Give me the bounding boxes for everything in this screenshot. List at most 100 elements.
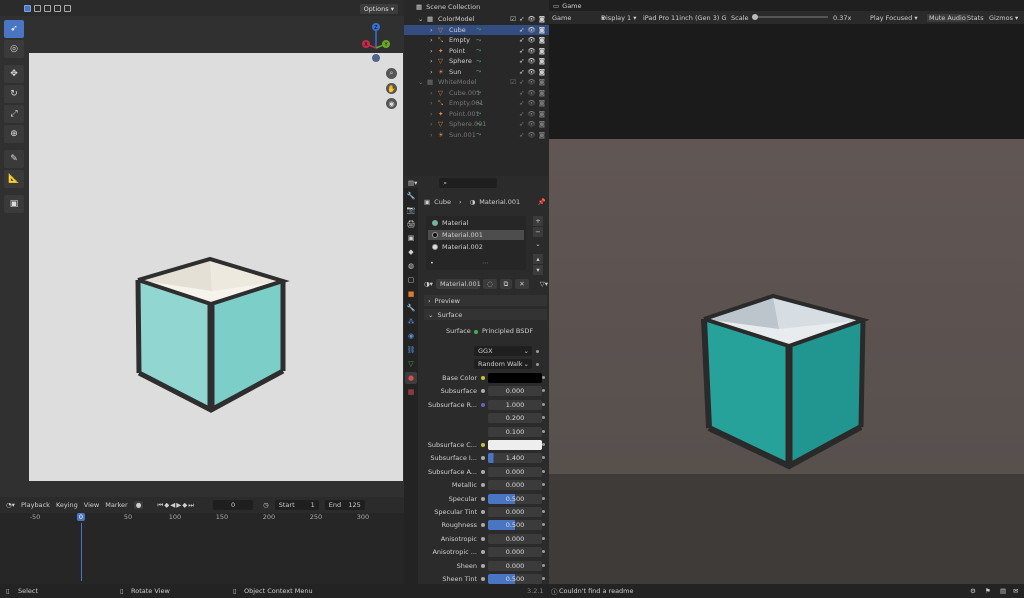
subsurface-method-dropdown[interactable]: Random Walk ⌄ [474,359,532,369]
scale-slider[interactable] [752,16,828,18]
viewport-canvas[interactable] [29,53,403,481]
outliner-item[interactable]: › ▽ Sphere ⤳ ➶ 👁 ◙ [404,56,549,67]
device-dropdown[interactable]: iPad Pro 11inch (Gen 3) G [643,14,726,22]
eye-icon[interactable]: 👁 [527,131,535,139]
remove-slot-button[interactable]: − [533,227,543,237]
select-arrow-icon[interactable]: ➶ [519,15,524,23]
camera-icon[interactable]: ◙ [539,15,545,23]
timeline-editor[interactable]: ◔▾ Playback Keying View Marker ● ⏮◆◀▶◆⏭ … [0,497,404,584]
keyframe-dot[interactable] [542,510,545,513]
value-field[interactable]: 0.000 [488,547,542,558]
eye-icon[interactable]: 👁 [527,36,535,44]
keyframe-dot[interactable] [542,443,545,446]
duplicate-icon[interactable]: ⧉ [499,279,513,289]
checkbox-icon[interactable]: ☑ [510,15,516,23]
select-mode-icon[interactable] [24,4,31,12]
eye-icon[interactable]: 👁 [527,110,535,118]
subtract-mode-icon[interactable] [44,4,51,12]
select-arrow-icon[interactable]: ➶ [519,131,524,139]
chevron-down-icon[interactable]: ⌄ [418,78,423,86]
material-tab-icon[interactable]: ● [405,372,417,384]
end-frame-field[interactable]: End 125 [324,500,365,510]
color-swatch[interactable] [488,440,542,450]
outliner-item[interactable]: › ⤡ Empty ⤳ ➶ 👁 ◙ [404,35,549,46]
select-arrow-icon[interactable]: ➶ [519,78,524,86]
surface-panel-header[interactable]: ⌄ Surface [424,309,547,320]
material-slot[interactable]: Material.001 [428,230,524,240]
value-field[interactable]: 0.100 [488,426,542,437]
socket-icon[interactable] [481,510,485,514]
select-arrow-icon[interactable]: ➶ [519,47,524,55]
frame-ruler[interactable]: -50 0 50 100 150 200 250 300 [0,513,404,523]
play-focused-dropdown[interactable]: Play Focused ▾ [870,14,918,22]
list-resize-handle[interactable]: ⋯ [482,259,489,267]
keyframe-dot[interactable] [542,416,545,420]
preview-panel-header[interactable]: › Preview [424,295,547,306]
camera-icon[interactable]: ◙ [539,47,545,55]
keyframe-dot[interactable] [542,456,545,460]
value-field[interactable]: 1.000 [488,399,542,410]
record-icon[interactable]: ● [133,501,144,509]
keyframe-dot[interactable] [542,563,545,567]
render-tab-icon[interactable]: 📷 [405,204,417,216]
collection-row[interactable]: ⌄ ▦ WhiteModel ☑ ➶ 👁 ◙ [404,77,549,88]
chevron-right-icon[interactable]: › [430,57,433,65]
physics-tab-icon[interactable]: ◉ [405,330,417,342]
outliner-item[interactable]: › ✦ Point ⤳ ➶ 👁 ◙ [404,46,549,57]
menu-playback[interactable]: Playback [21,501,50,509]
value-field[interactable]: 0.500 [488,574,542,584]
scale-tool-icon[interactable]: ⤢ [4,105,24,123]
intersect-mode-icon[interactable] [64,4,71,12]
status-icon-1[interactable]: ⚙ [970,587,976,595]
status-icon-2[interactable]: ⚑ [985,587,991,595]
chevron-right-icon[interactable]: › [430,120,433,128]
value-field[interactable]: 0.000 [488,560,542,571]
texture-tab-icon[interactable]: ▦ [405,386,417,398]
move-tool-icon[interactable]: ✥ [4,65,24,83]
zoom-icon[interactable]: ⌕ [386,68,397,79]
unlink-icon[interactable]: ✕ [515,279,529,289]
socket-icon[interactable] [481,469,485,474]
camera-icon[interactable]: ◙ [539,36,545,44]
socket-icon[interactable] [481,402,485,407]
playback-controls[interactable]: ⏮◆◀▶◆⏭ [157,501,195,510]
tool-tab-icon[interactable]: 🔧 [405,190,417,202]
outliner-root[interactable]: ▦ Scene Collection [404,0,549,14]
editor-type-icon[interactable]: ◔▾ [6,501,15,509]
scale-slider-handle[interactable] [752,14,758,20]
display-dropdown[interactable]: Display 1 ▾ [601,14,637,22]
add-cube-tool-icon[interactable]: ▣ [4,195,24,213]
socket-icon[interactable] [481,563,485,568]
chevron-right-icon[interactable]: › [430,99,433,107]
select-arrow-icon[interactable]: ➶ [519,89,524,97]
material-slot[interactable]: Material.002 [428,242,524,252]
slot-specials-icon[interactable]: ⌄ [533,240,543,250]
props-search-input[interactable]: ⌕ [439,178,498,188]
surface-shader-button[interactable]: Principled BSDF [482,327,533,335]
properties-editor[interactable]: ▤▾ ⌕ 🔧 📷 🖨 ▣ ◆ ◍ ▢ ■ 🔧 ⁂ ◉ ⛓ ▽ ● ▦ ▣ Cub… [404,176,549,598]
pan-hand-icon[interactable]: ✋ [386,83,397,94]
measure-tool-icon[interactable]: 📐 [4,170,24,188]
value-field[interactable]: 0.200 [488,413,542,424]
keyframe-dot[interactable] [542,536,545,540]
value-field[interactable]: 0.500 [488,520,542,531]
options-dropdown[interactable]: Options ▾ [359,4,398,14]
material-slot[interactable]: Material [428,218,524,228]
select-arrow-icon[interactable]: ➶ [519,26,524,34]
stats-toggle[interactable]: Stats [967,14,984,22]
constraints-tab-icon[interactable]: ⛓ [405,344,417,356]
cursor-tool-icon[interactable]: ◎ [4,40,24,58]
camera-icon[interactable]: ◙ [539,68,545,76]
outliner-item[interactable]: › ▽ Sphere.001 ⤳ ➶ 👁 ◙ [404,119,549,130]
eye-icon[interactable]: 👁 [527,57,535,65]
move-down-button[interactable]: ▾ [533,265,543,275]
outliner[interactable]: ▦ Scene Collection ⌄ ▦ ColorModel ☑ ➶ 👁 ◙ › ▽ Cub… [404,0,549,176]
chevron-right-icon[interactable]: › [430,131,433,139]
camera-icon[interactable]: ◙ [539,89,545,97]
playhead[interactable] [81,523,82,581]
menu-marker[interactable]: Marker [105,501,127,509]
socket-icon[interactable] [481,456,485,461]
chevron-right-icon[interactable]: › [430,26,433,34]
keyframe-dot[interactable] [542,483,545,487]
value-field[interactable]: 0.000 [488,533,542,544]
